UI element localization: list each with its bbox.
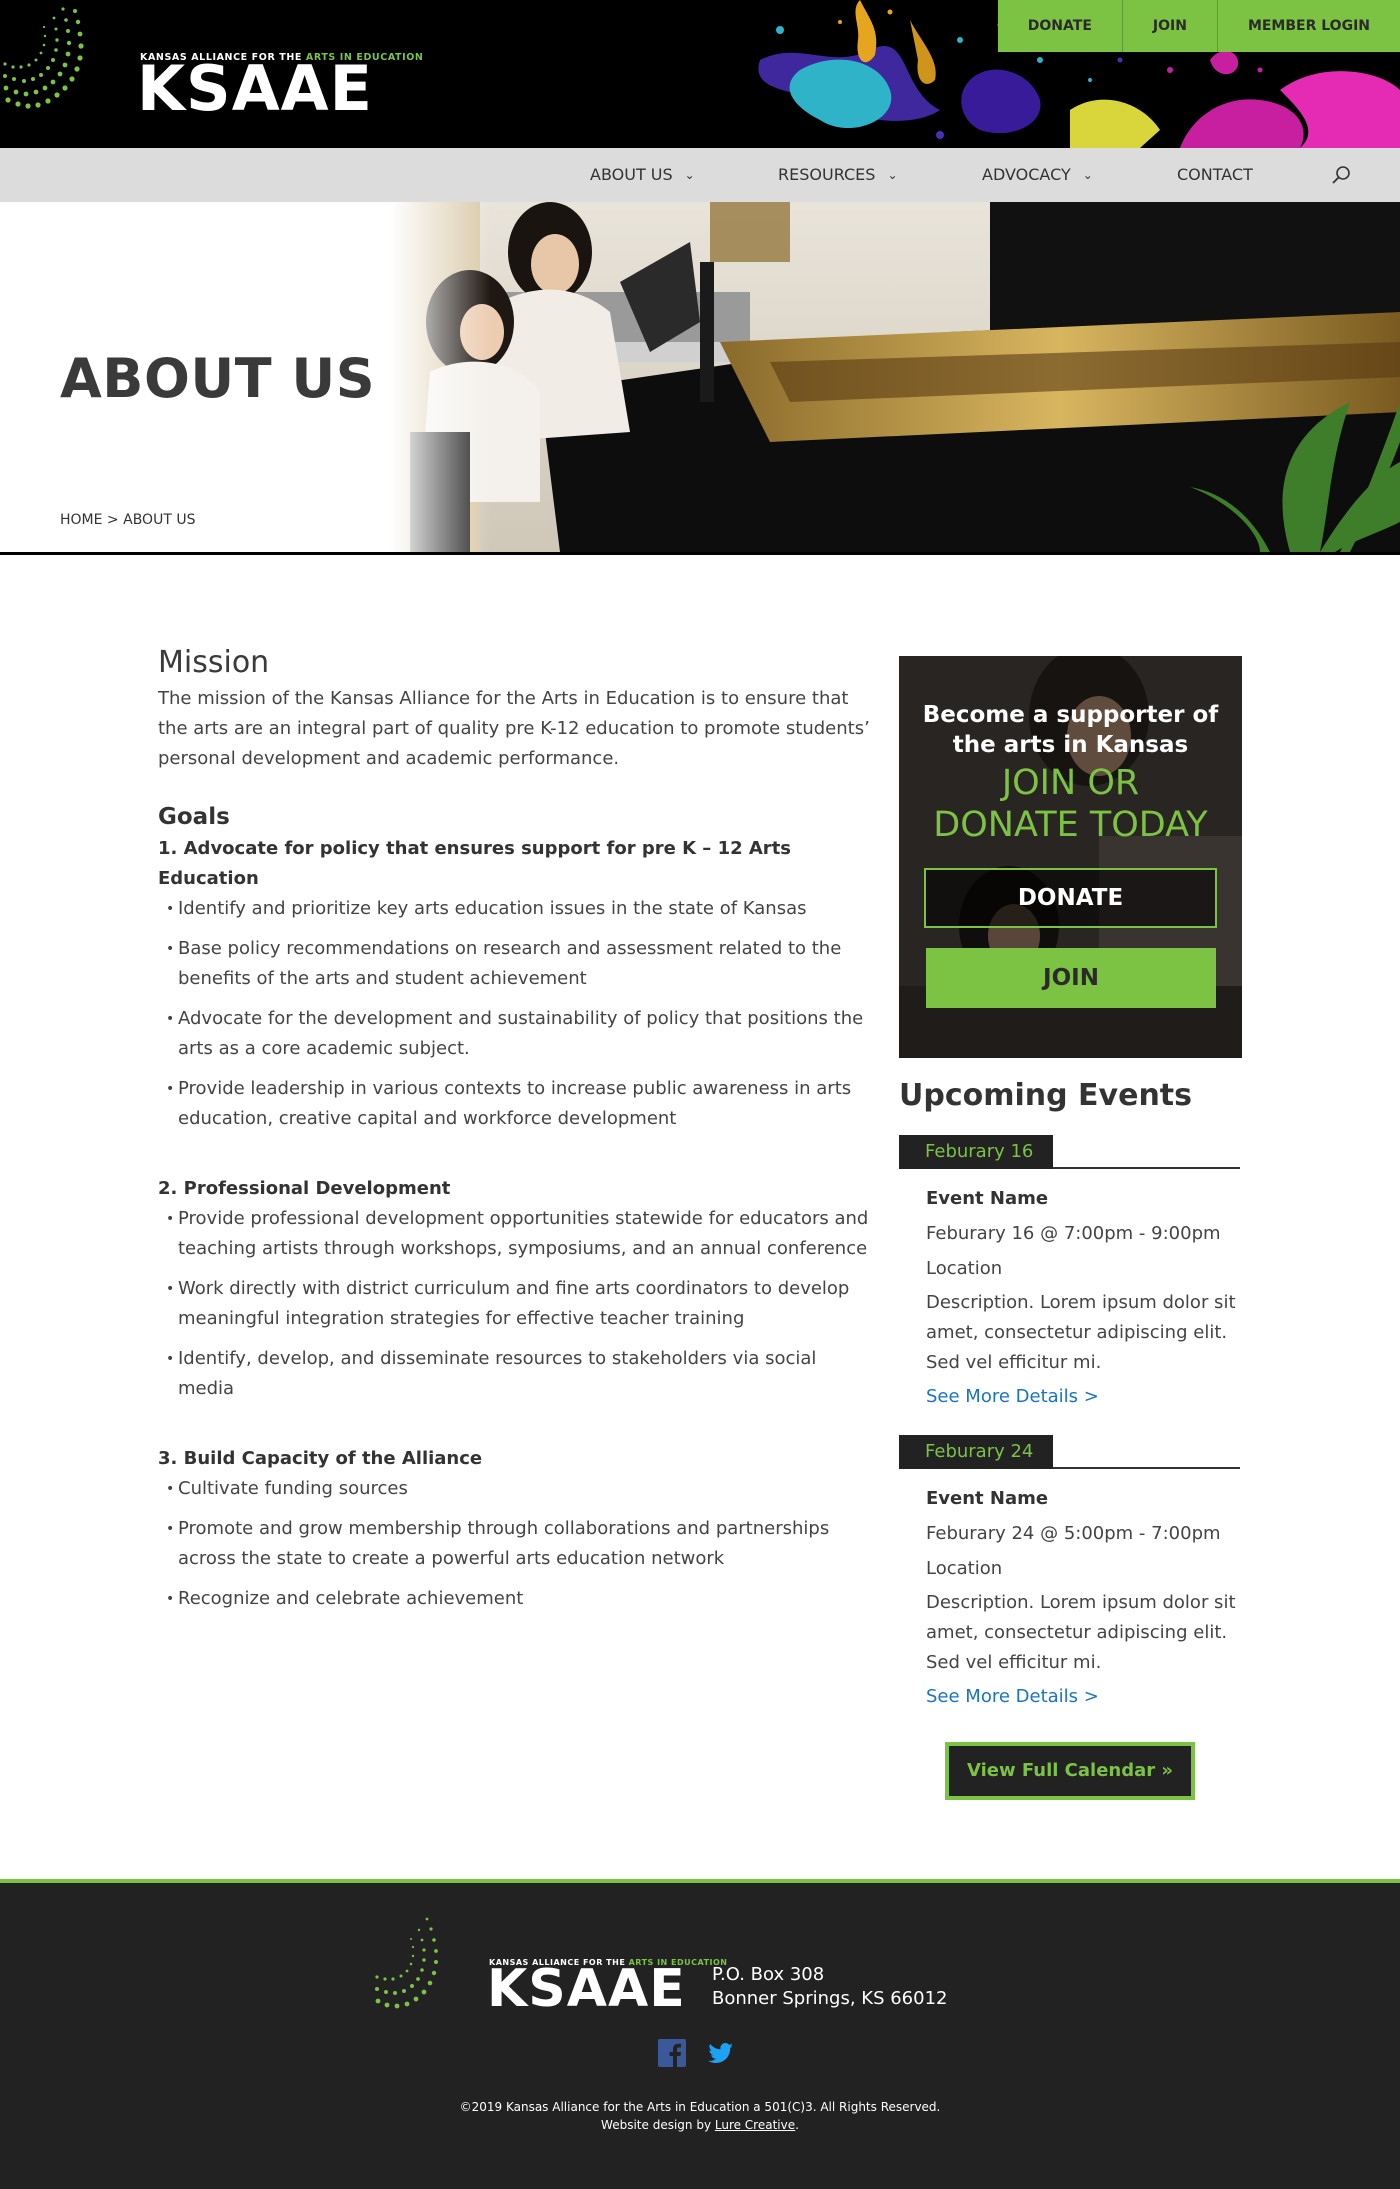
event-card: Feburary 24 Event Name Feburary 24 @ 5:0…	[899, 1435, 1240, 1714]
breadcrumb-home-link[interactable]: HOME	[60, 512, 102, 528]
nav-item-resources[interactable]: RESOURCES ⌄	[778, 148, 898, 202]
site-logo[interactable]: KSAAE	[137, 58, 373, 120]
event-date-tab: Feburary 16	[899, 1135, 1053, 1169]
list-item: Base policy recommendations on research …	[166, 934, 878, 994]
goal-list: Identify and prioritize key arts educati…	[166, 894, 878, 1134]
list-item: Advocate for the development and sustain…	[166, 1004, 878, 1064]
event-name: Event Name	[926, 1488, 1049, 1509]
event-date-bar: Feburary 24	[899, 1435, 1240, 1469]
top-actions: DONATE JOIN MEMBER LOGIN	[997, 0, 1400, 52]
event-body: Event Name Feburary 16 @ 7:00pm - 9:00pm…	[899, 1169, 1240, 1414]
list-item: Identify and prioritize key arts educati…	[166, 894, 878, 924]
mission-text: The mission of the Kansas Alliance for t…	[158, 688, 870, 769]
header-join-button[interactable]: JOIN	[1121, 0, 1217, 52]
goal-title: 2. Professional Development	[158, 1178, 451, 1199]
footer-address: P.O. Box 308 Bonner Springs, KS 66012	[712, 1964, 948, 2009]
event-time: Feburary 24 @ 5:00pm - 7:00pm	[926, 1523, 1221, 1544]
mission-heading: Mission	[158, 645, 270, 680]
logo-dots-icon	[3, 7, 84, 109]
main-content: Mission The mission of the Kansas Allian…	[158, 645, 878, 1624]
hero-photo-piano	[390, 202, 1400, 552]
nav-item-advocacy[interactable]: ADVOCACY ⌄	[982, 148, 1093, 202]
header-donate-button[interactable]: DONATE	[998, 0, 1122, 52]
see-more-details-link[interactable]: See More Details >	[926, 1680, 1099, 1714]
hero-divider	[0, 552, 1400, 555]
promo-cta-text: JOIN OR DONATE TODAY	[933, 763, 1208, 845]
twitter-icon[interactable]	[706, 2039, 734, 2067]
list-item: Provide professional development opportu…	[166, 1204, 878, 1264]
chevron-down-icon: ⌄	[1082, 168, 1093, 182]
nav-item-about-us[interactable]: ABOUT US ⌄	[590, 148, 695, 202]
event-body: Event Name Feburary 24 @ 5:00pm - 7:00pm…	[899, 1469, 1240, 1714]
page-title: ABOUT US	[60, 347, 376, 410]
view-full-calendar-button[interactable]: View Full Calendar »	[945, 1742, 1195, 1800]
site-header: KANSAS ALLIANCE FOR THE ARTS IN EDUCATIO…	[0, 0, 1400, 148]
nav-item-contact[interactable]: CONTACT	[1177, 148, 1253, 202]
event-name: Event Name	[926, 1188, 1049, 1209]
designer-credit-link[interactable]: Lure Creative	[715, 2118, 795, 2132]
page-hero: ABOUT US HOME > ABOUT US	[0, 202, 1400, 552]
see-more-details-link[interactable]: See More Details >	[926, 1380, 1099, 1414]
list-item: Cultivate funding sources	[166, 1474, 878, 1504]
breadcrumb-separator: >	[102, 512, 124, 528]
event-description: Description. Lorem ipsum dolor sit amet,…	[926, 1292, 1236, 1373]
join-button[interactable]: JOIN	[926, 948, 1216, 1008]
events-heading: Upcoming Events	[899, 1078, 1192, 1113]
goal-section: 2. Professional Development Provide prof…	[158, 1174, 878, 1404]
social-links	[658, 2039, 734, 2067]
goal-list: Cultivate funding sources Promote and gr…	[166, 1474, 878, 1614]
breadcrumb-current: ABOUT US	[123, 512, 196, 528]
goal-section: 3. Build Capacity of the Alliance Cultiv…	[158, 1444, 878, 1614]
goals-heading: Goals	[158, 804, 230, 830]
goal-title: 1. Advocate for policy that ensures supp…	[158, 838, 792, 889]
goal-list: Provide professional development opportu…	[166, 1204, 878, 1404]
event-location: Location	[926, 1558, 1003, 1579]
chevron-down-icon: ⌄	[684, 168, 695, 182]
site-footer: KANSAS ALLIANCE FOR THE ARTS IN EDUCATIO…	[0, 1879, 1400, 2189]
promo-heading: Become a supporter of the arts in Kansas	[922, 702, 1219, 758]
event-card: Feburary 16 Event Name Feburary 16 @ 7:0…	[899, 1135, 1240, 1414]
event-time: Feburary 16 @ 7:00pm - 9:00pm	[926, 1223, 1221, 1244]
list-item: Provide leadership in various contexts t…	[166, 1074, 878, 1134]
list-item: Promote and grow membership through coll…	[166, 1514, 878, 1574]
event-date-bar: Feburary 16	[899, 1135, 1240, 1169]
list-item: Recognize and celebrate achievement	[166, 1584, 878, 1614]
goal-section: 1. Advocate for policy that ensures supp…	[158, 834, 878, 1134]
search-icon[interactable]	[1330, 164, 1352, 186]
event-date-tab: Feburary 24	[899, 1435, 1053, 1469]
facebook-icon[interactable]	[658, 2039, 686, 2067]
main-nav: ABOUT US ⌄ RESOURCES ⌄ ADVOCACY ⌄ CONTACT	[0, 148, 1400, 202]
member-login-button[interactable]: MEMBER LOGIN	[1216, 0, 1400, 52]
breadcrumb: HOME > ABOUT US	[60, 512, 195, 528]
donate-button[interactable]: DONATE	[924, 868, 1217, 928]
goal-title: 3. Build Capacity of the Alliance	[158, 1448, 483, 1469]
event-location: Location	[926, 1258, 1003, 1279]
chevron-down-icon: ⌄	[887, 168, 898, 182]
copyright: ©2019 Kansas Alliance for the Arts in Ed…	[459, 2100, 941, 2132]
list-item: Identify, develop, and disseminate resou…	[166, 1344, 878, 1404]
list-item: Work directly with district curriculum a…	[166, 1274, 878, 1334]
event-description: Description. Lorem ipsum dolor sit amet,…	[926, 1592, 1236, 1673]
footer-logo[interactable]: KSAAE	[487, 1963, 686, 2015]
footer-logo-dots-icon	[375, 1917, 438, 2009]
supporter-promo: Become a supporter of the arts in Kansas…	[899, 656, 1242, 1058]
